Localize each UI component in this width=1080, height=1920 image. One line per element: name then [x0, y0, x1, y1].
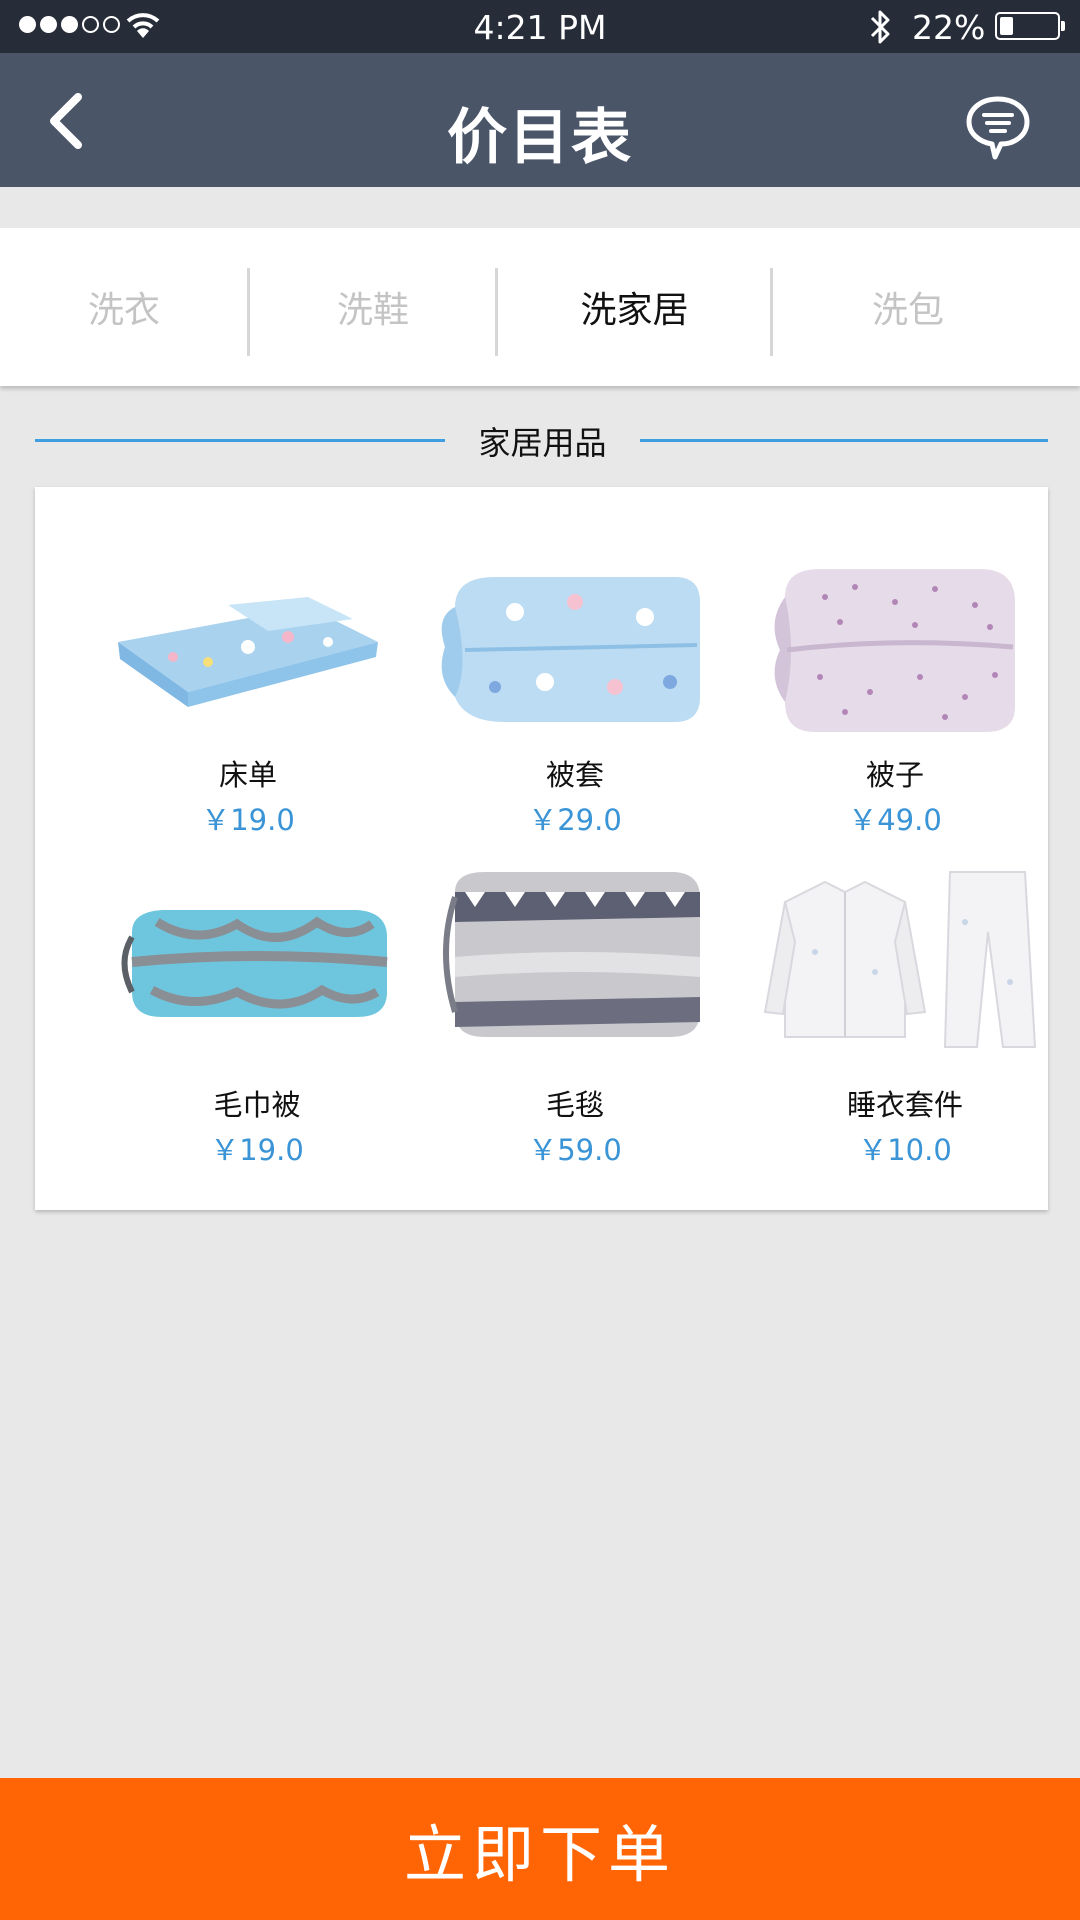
chat-bubble-icon[interactable] [965, 95, 1031, 161]
product-price: ￥59.0 [528, 1133, 622, 1167]
product-item-pajamas[interactable]: 睡衣套件 ￥10.0 [755, 862, 1055, 1192]
section-title: 家居用品 [478, 424, 607, 462]
order-now-button[interactable]: 立即下单 [0, 1778, 1080, 1920]
blanket-image [443, 872, 700, 1037]
product-item-bed-sheet[interactable]: 床单 ￥19.0 [98, 547, 398, 837]
nav-bar: 价目表 [0, 53, 1080, 187]
pajamas-image [763, 871, 1037, 1048]
product-price: ￥19.0 [201, 803, 295, 837]
product-item-duvet-cover[interactable]: 被套 ￥29.0 [425, 547, 725, 837]
section-line-left [35, 439, 445, 442]
status-bar: 4:21 PM 22% [0, 0, 1080, 53]
product-name: 毛巾被 [213, 1088, 301, 1122]
tab-wash-bags[interactable]: 洗包 [773, 228, 1043, 386]
battery-icon [995, 12, 1065, 40]
product-item-blanket[interactable]: 毛毯 ￥59.0 [425, 862, 725, 1192]
duvet-cover-image [441, 577, 700, 722]
product-name: 被子 [865, 758, 924, 792]
section-line-right [640, 439, 1048, 442]
category-tabs: 洗衣 洗鞋 洗家居 洗包 [0, 228, 1080, 386]
product-price: ￥29.0 [528, 803, 622, 837]
quilt-image [774, 569, 1015, 732]
product-price: ￥49.0 [848, 803, 942, 837]
product-name: 床单 [218, 758, 277, 792]
product-price: ￥10.0 [858, 1133, 952, 1167]
tab-wash-home[interactable]: 洗家居 [498, 228, 771, 386]
product-item-quilt[interactable]: 被子 ￥49.0 [745, 547, 1045, 837]
product-item-towel-blanket[interactable]: 毛巾被 ￥19.0 [107, 862, 407, 1192]
tab-wash-clothes[interactable]: 洗衣 [0, 228, 248, 386]
tab-wash-shoes[interactable]: 洗鞋 [250, 228, 496, 386]
product-card: 床单 ￥19.0 被套 ￥29.0 被子 ￥49.0 毛巾被 ￥19.0 毛毯 … [35, 487, 1048, 1210]
bed-sheet-image [118, 597, 378, 707]
product-name: 毛毯 [545, 1088, 604, 1122]
towel-blanket-image [121, 910, 388, 1017]
page-title: 价目表 [447, 103, 633, 173]
product-name: 被套 [545, 758, 604, 792]
product-price: ￥19.0 [210, 1133, 304, 1167]
product-name: 睡衣套件 [846, 1088, 963, 1122]
battery-percentage: 22% [912, 8, 986, 47]
bluetooth-icon [870, 10, 890, 44]
